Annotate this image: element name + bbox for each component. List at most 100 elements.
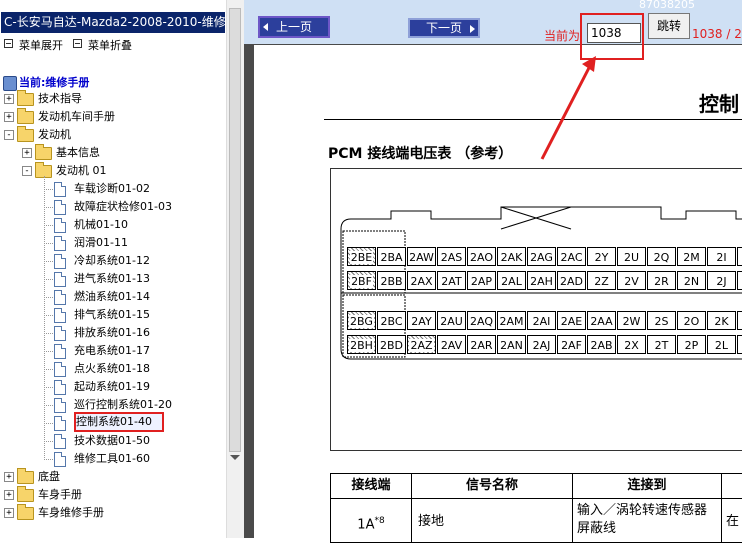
tree-folder-item[interactable]: + 技术指导 xyxy=(0,90,226,108)
connector-pin: 2AF xyxy=(557,335,586,354)
jump-button[interactable]: 跳转 xyxy=(648,13,690,39)
connector-pin: 2AH xyxy=(527,271,556,290)
collapse-toggle-icon[interactable]: - xyxy=(22,166,32,176)
tree-folder-item[interactable]: - 发动机 01 xyxy=(0,162,226,180)
connector-pin: 2AA xyxy=(587,311,616,330)
table-header-connect: 连接到 xyxy=(572,473,722,499)
expand-toggle-icon[interactable]: + xyxy=(4,94,14,104)
connector-pin: 2AV xyxy=(437,335,466,354)
tree-leaf-item[interactable]: 润滑01-11 xyxy=(0,234,226,252)
tree-connector xyxy=(44,387,53,388)
tree-leaf-item[interactable]: 机械01-10 xyxy=(0,216,226,234)
document-icon xyxy=(54,344,66,359)
tree-item-label: 技术数据01-50 xyxy=(74,434,150,447)
prev-page-button[interactable]: 上一页 xyxy=(258,16,330,38)
tree-item-label: 发动机车间手册 xyxy=(38,110,115,123)
pin-label: 2BH xyxy=(349,339,374,352)
connector-pin: 2BC xyxy=(377,311,406,330)
folder-icon xyxy=(17,486,34,502)
manual-page: 控制 PCM 接线端电压表 （参考） 2BE 2BA 2AW 2AS 2AO 2AK 2AG… xyxy=(254,45,742,543)
tree-leaf-item[interactable]: 排放系统01-16 xyxy=(0,324,226,342)
tree-leaf-item[interactable]: 冷却系统01-12 xyxy=(0,252,226,270)
tree-item-label: 燃油系统01-14 xyxy=(74,290,150,303)
tree-leaf-item[interactable]: 维修工具01-60 xyxy=(0,450,226,468)
expand-toggle-icon[interactable]: + xyxy=(22,148,32,158)
tree-folder-item[interactable]: + 发动机车间手册 xyxy=(0,108,226,126)
table-row-connect: 输入／涡轮转速传感器屏蔽线 xyxy=(572,498,722,543)
connector-pin: 2U xyxy=(617,247,646,266)
tree-leaf-item[interactable]: 故障症状检修01-03 xyxy=(0,198,226,216)
arrow-left-icon xyxy=(263,23,268,31)
tree-leaf-item[interactable]: 点火系统01-18 xyxy=(0,360,226,378)
tree-connector xyxy=(44,459,53,460)
connector-pin: 2X xyxy=(617,335,646,354)
collapse-menu-button[interactable]: 菜单折叠 xyxy=(73,39,132,53)
folder-icon xyxy=(17,90,34,106)
tree-connector xyxy=(44,243,53,244)
connector-pin: 2AD xyxy=(557,271,586,290)
tree-item-label: 基本信息 xyxy=(56,146,100,159)
table-row-extra: 在 xyxy=(721,498,742,543)
expand-toggle-icon[interactable]: + xyxy=(4,112,14,122)
connector-pin: 2BB xyxy=(377,271,406,290)
connector-pin: 2AP xyxy=(467,271,496,290)
connector-pin: 2AE xyxy=(557,311,586,330)
folder-icon xyxy=(35,144,52,160)
connector-pin: 2Q xyxy=(647,247,676,266)
tree-leaf-item[interactable]: 控制系统01-40 xyxy=(0,412,226,432)
tree-item-label: 起动系统01-19 xyxy=(74,380,150,393)
tree-leaf-item[interactable]: 排气系统01-15 xyxy=(0,306,226,324)
connector-pin: 2AW xyxy=(407,247,436,266)
tree-leaf-item[interactable]: 车载诊断01-02 xyxy=(0,180,226,198)
tree-leaf-item[interactable]: 燃油系统01-14 xyxy=(0,288,226,306)
table-row-terminal: 1A*8 xyxy=(330,498,412,543)
tree-connector xyxy=(44,369,53,370)
tree-folder-item[interactable]: - 发动机 xyxy=(0,126,226,144)
collapse-toggle-icon[interactable]: - xyxy=(4,130,14,140)
scroll-down-arrow-icon[interactable] xyxy=(230,455,240,460)
document-viewer: 87038205 控制 PCM 接线端电压表 （参考） 2BE 2BA 2AW 2AS… xyxy=(244,0,742,543)
tree-folder-item[interactable]: + 车身维修手册 xyxy=(0,504,226,522)
connector-pin: 2BH xyxy=(347,335,376,354)
tree-leaf-item[interactable]: 技术数据01-50 xyxy=(0,432,226,450)
scrollbar-thumb[interactable] xyxy=(229,8,241,452)
expand-toggle-icon[interactable]: + xyxy=(4,490,14,500)
next-page-button[interactable]: 下一页 xyxy=(408,18,480,38)
connector-pin: 2E xyxy=(737,247,742,266)
tree-folder-item[interactable]: + 基本信息 xyxy=(0,144,226,162)
tree-item-label: 故障症状检修01-03 xyxy=(74,200,172,213)
arrow-right-icon xyxy=(470,25,475,33)
tree-item-label: 点火系统01-18 xyxy=(74,362,150,375)
tree-connector xyxy=(44,297,53,298)
connector-pin: 2BG xyxy=(347,311,376,330)
connector-diagram: 2BE2BA2AW2AS2AO2AK2AG2AC2Y2U2Q2M2I2E 2BF 2… xyxy=(330,168,742,451)
tree-folder-item[interactable]: + 车身手册 xyxy=(0,486,226,504)
tree-item-label: 机械01-10 xyxy=(74,218,128,231)
tree-scrollbar[interactable] xyxy=(226,0,244,538)
document-icon xyxy=(54,380,66,395)
expand-toggle-icon[interactable]: + xyxy=(4,472,14,482)
manual-title: C-长安马自达-Mazda2-2008-2010-维修手 xyxy=(1,12,225,33)
tree-leaf-item[interactable]: 进气系统01-13 xyxy=(0,270,226,288)
document-icon xyxy=(54,272,66,287)
collapse-icon xyxy=(73,39,82,48)
tree-item-label: 进气系统01-13 xyxy=(74,272,150,285)
connector-pin: 2AI xyxy=(527,311,556,330)
connector-pin: 2AL xyxy=(497,271,526,290)
expand-menu-button[interactable]: 菜单展开 xyxy=(4,39,63,53)
tree-leaf-item[interactable]: 充电系统01-17 xyxy=(0,342,226,360)
connector-pin: 2L xyxy=(707,335,736,354)
connector-pin: 2Z xyxy=(587,271,616,290)
connector-pin: 2V xyxy=(617,271,646,290)
tree-folder-item[interactable]: + 底盘 xyxy=(0,468,226,486)
connector-pin: 2H xyxy=(737,335,742,354)
tree-connector xyxy=(44,423,53,424)
tree-connector xyxy=(44,225,53,226)
heading-rule xyxy=(324,119,742,120)
tree-leaf-item[interactable]: 起动系统01-19 xyxy=(0,378,226,396)
connector-pin: 2Y xyxy=(587,247,616,266)
expand-toggle-icon[interactable]: + xyxy=(4,508,14,518)
connector-pin: 2BF xyxy=(347,271,376,290)
pin-label: 2AZ xyxy=(409,339,434,352)
connector-pin: 2AO xyxy=(467,247,496,266)
